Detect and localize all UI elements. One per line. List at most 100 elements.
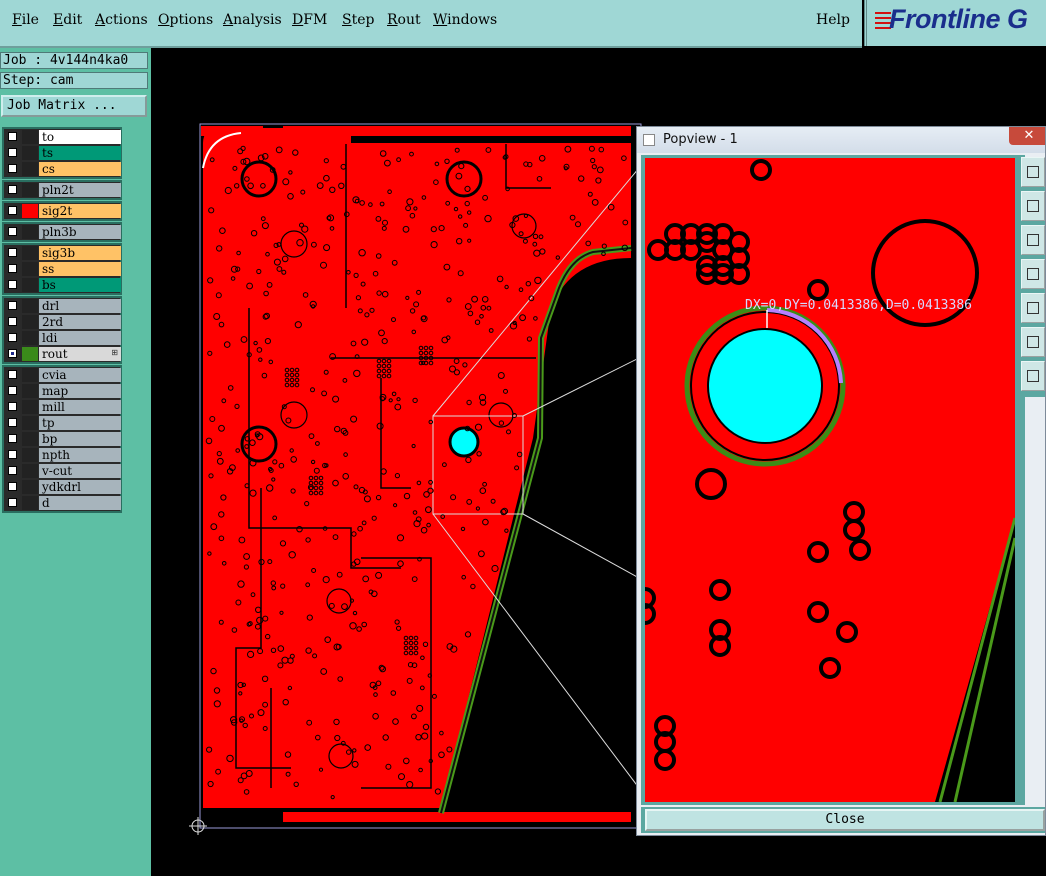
layer-color-swatch[interactable] [22,464,38,478]
layer-name[interactable]: cs [39,162,121,176]
layer-checkbox[interactable] [8,482,17,491]
layer-row-pln2t[interactable]: pln2t [4,182,121,198]
layer-row-bp[interactable]: bp [4,431,121,447]
layer-color-swatch[interactable] [22,183,38,197]
layer-name[interactable]: npth [39,448,121,462]
menu-item-options[interactable]: Options [158,12,213,28]
layer-row-ss[interactable]: ss [4,261,121,277]
zoom-in-icon[interactable] [1021,327,1045,357]
layer-color-swatch[interactable] [22,315,38,329]
layer-row-cvia[interactable]: cvia [4,367,121,383]
layer-name[interactable]: to [39,130,121,144]
layer-color-swatch[interactable] [22,299,38,313]
layer-color-swatch[interactable] [22,130,38,144]
layer-checkbox[interactable] [8,317,17,326]
menu-item-step[interactable]: Step [342,12,374,28]
layer-row-cs[interactable]: cs [4,161,121,177]
menu-item-help[interactable]: Help [816,12,850,28]
layer-name[interactable]: ts [39,146,121,160]
layer-color-swatch[interactable] [22,400,38,414]
layer-row-ldi[interactable]: ldi [4,330,121,346]
pan-up-icon[interactable] [1021,191,1045,221]
layer-color-swatch[interactable] [22,278,38,292]
layer-name[interactable]: 2rd [39,315,121,329]
layer-name[interactable]: mill [39,400,121,414]
layer-name[interactable]: ss [39,262,121,276]
layer-color-swatch[interactable] [22,448,38,462]
layer-color-swatch[interactable] [22,204,38,218]
layer-name[interactable]: ldi [39,331,121,345]
layer-row-v-cut[interactable]: v-cut [4,463,121,479]
job-matrix-button[interactable]: Job Matrix ... [1,95,147,117]
layer-name[interactable]: bs [39,278,121,292]
menu-item-dfm[interactable]: DFM [292,12,327,28]
layer-checkbox[interactable] [8,370,17,379]
menu-item-edit[interactable]: Edit [53,12,82,28]
layer-checkbox[interactable] [8,418,17,427]
layer-row-map[interactable]: map [4,383,121,399]
layer-row-2rd[interactable]: 2rd [4,314,121,330]
layer-name[interactable]: pln2t [39,183,121,197]
layer-row-mill[interactable]: mill [4,399,121,415]
layer-row-sig3b[interactable]: sig3b [4,245,121,261]
layer-row-sig2t[interactable]: sig2t [4,203,121,219]
layer-name[interactable]: tp [39,416,121,430]
layer-name[interactable]: drl [39,299,121,313]
layer-checkbox[interactable] [8,264,17,273]
layer-row-drl[interactable]: drl [4,298,121,314]
layer-row-npth[interactable]: npth [4,447,121,463]
layer-color-swatch[interactable] [22,162,38,176]
layer-color-swatch[interactable] [22,225,38,239]
layer-color-swatch[interactable] [22,416,38,430]
layer-row-to[interactable]: to [4,129,121,145]
zoom-out-icon[interactable] [1021,361,1045,391]
layer-color-swatch[interactable] [22,480,38,494]
layer-checkbox[interactable] [8,227,17,236]
layer-name[interactable]: v-cut [39,464,121,478]
layer-checkbox[interactable] [8,498,17,507]
layer-checkbox[interactable] [8,132,17,141]
layer-checkbox[interactable] [8,248,17,257]
layer-checkbox[interactable] [8,206,17,215]
layer-color-swatch[interactable] [22,262,38,276]
layer-checkbox[interactable] [8,402,17,411]
layer-color-swatch[interactable] [22,146,38,160]
layer-row-ydkdrl[interactable]: ydkdrl [4,479,121,495]
layer-checkbox[interactable] [8,386,17,395]
menu-item-rout[interactable]: Rout [387,12,421,28]
zoom-icon[interactable] [1021,157,1045,187]
layer-row-ts[interactable]: ts [4,145,121,161]
layer-row-pln3b[interactable]: pln3b [4,224,121,240]
window-close-button[interactable]: ✕ [1009,127,1045,145]
pan-left-icon[interactable] [1021,259,1045,289]
layer-checkbox[interactable] [8,349,17,358]
layer-color-swatch[interactable] [22,496,38,510]
layer-color-swatch[interactable] [22,246,38,260]
menu-item-windows[interactable]: Windows [433,12,497,28]
layer-checkbox[interactable] [8,148,17,157]
layer-color-swatch[interactable] [22,432,38,446]
pan-right-icon[interactable] [1021,293,1045,323]
layer-color-swatch[interactable] [22,384,38,398]
layer-checkbox[interactable] [8,333,17,342]
layer-row-bs[interactable]: bs [4,277,121,293]
menu-item-analysis[interactable]: Analysis [223,12,282,28]
layer-color-swatch[interactable] [22,347,38,361]
layer-checkbox[interactable] [8,301,17,310]
layer-name[interactable]: rout [39,347,121,361]
layer-name[interactable]: bp [39,432,121,446]
layer-name[interactable]: map [39,384,121,398]
layer-color-swatch[interactable] [22,368,38,382]
layer-name[interactable]: sig3b [39,246,121,260]
layer-checkbox[interactable] [8,280,17,289]
layer-name[interactable]: pln3b [39,225,121,239]
layer-checkbox[interactable] [8,434,17,443]
menu-item-actions[interactable]: Actions [95,12,148,28]
popview-canvas[interactable]: DX=0,DY=0.0413386,D=0.0413386 [645,158,1015,802]
layer-name[interactable]: ydkdrl [39,480,121,494]
layer-row-tp[interactable]: tp [4,415,121,431]
layer-row-d[interactable]: d [4,495,121,511]
layer-checkbox[interactable] [8,450,17,459]
layer-checkbox[interactable] [8,466,17,475]
pan-down-icon[interactable] [1021,225,1045,255]
